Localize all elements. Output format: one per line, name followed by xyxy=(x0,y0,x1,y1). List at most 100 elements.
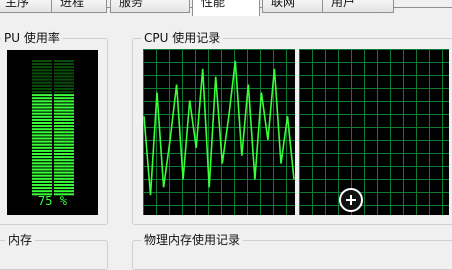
meter-segment xyxy=(32,159,52,162)
meter-segment xyxy=(54,146,74,149)
meter-segment xyxy=(54,63,74,66)
meter-segment xyxy=(32,162,52,165)
meter-segment xyxy=(32,100,52,103)
tab-label: 主序 xyxy=(5,0,30,9)
meter-segment xyxy=(54,168,74,171)
cpu-usage-title: PU 使用率 xyxy=(1,30,63,46)
meter-segment xyxy=(54,131,74,134)
meter-segment xyxy=(54,177,74,180)
meter-segment xyxy=(32,134,52,137)
meter-segment xyxy=(32,146,52,149)
meter-segment xyxy=(54,184,74,186)
meter-segment xyxy=(54,165,74,168)
meter-segment xyxy=(32,156,52,159)
meter-segment xyxy=(32,66,52,69)
meter-segment xyxy=(54,153,74,155)
meter-segment xyxy=(54,72,74,75)
meter-segment xyxy=(32,177,52,180)
meter-segment xyxy=(32,91,52,93)
meter-segment xyxy=(54,140,74,143)
tab-applications[interactable]: 主序 xyxy=(0,0,52,13)
meter-segment xyxy=(54,118,74,121)
cpu-history-chart xyxy=(143,49,295,215)
meter-segment xyxy=(54,100,74,103)
meter-segment xyxy=(54,112,74,115)
meter-segment xyxy=(32,122,52,124)
meter-segment xyxy=(54,156,74,159)
tab-label: 联网 xyxy=(271,0,296,9)
meter-segment xyxy=(32,69,52,72)
tab-label: 用户 xyxy=(331,0,356,9)
meter-segment xyxy=(32,103,52,106)
cpu-usage-percent: 75 % xyxy=(38,194,67,208)
meter-segment xyxy=(32,112,52,115)
meter-segment xyxy=(32,72,52,75)
meter-segment xyxy=(54,81,74,84)
meter-segment xyxy=(32,153,52,155)
meter-segment xyxy=(54,137,74,140)
cpu-history-line xyxy=(143,60,295,196)
meter-segment xyxy=(32,187,52,190)
meter-segment xyxy=(32,97,52,100)
tab-services[interactable]: 服务 xyxy=(110,0,190,13)
cpu-history-graph-core1 xyxy=(143,49,295,215)
meter-segment xyxy=(32,143,52,146)
meter-segment xyxy=(32,149,52,152)
tab-users[interactable]: 用户 xyxy=(322,0,394,13)
meter-segment xyxy=(54,128,74,131)
meter-segment xyxy=(32,168,52,171)
meter-segment xyxy=(32,115,52,118)
meter-segment xyxy=(54,174,74,177)
meter-segment xyxy=(54,180,74,183)
meter-segment xyxy=(54,106,74,109)
meter-segment xyxy=(54,159,74,162)
meter-segment xyxy=(32,94,52,97)
tab-performance[interactable]: 性能 xyxy=(192,0,260,16)
meter-segment xyxy=(32,63,52,66)
physical-memory-history-group: 物理内存使用记录 xyxy=(132,232,452,270)
meter-segment xyxy=(32,140,52,143)
meter-segment xyxy=(54,78,74,81)
meter-segment xyxy=(32,75,52,78)
cpu-history-chart-2 xyxy=(299,49,449,215)
meter-segment xyxy=(54,149,74,152)
meter-segment xyxy=(54,60,74,62)
meter-segment xyxy=(54,143,74,146)
meter-segment xyxy=(54,103,74,106)
meter-segment xyxy=(54,69,74,72)
meter-segment xyxy=(54,91,74,93)
meter-segment xyxy=(54,66,74,69)
meter-segment xyxy=(54,84,74,87)
meter-segment xyxy=(54,94,74,97)
cpu-usage-meter: 75 % xyxy=(7,50,98,215)
tab-processes[interactable]: 进程 xyxy=(51,0,107,13)
meter-segment xyxy=(32,171,52,174)
meter-segment xyxy=(32,131,52,134)
meter-segment xyxy=(54,125,74,128)
meter-segment xyxy=(54,115,74,118)
add-cursor-icon xyxy=(339,188,363,212)
meter-segment xyxy=(32,174,52,177)
physical-memory-history-title: 物理内存使用记录 xyxy=(141,232,244,248)
meter-segment xyxy=(32,78,52,81)
cpu-history-graph-core2 xyxy=(299,49,449,215)
meter-segment xyxy=(32,60,52,62)
meter-segment xyxy=(32,137,52,140)
meter-segment xyxy=(32,128,52,131)
meter-segment xyxy=(54,75,74,78)
meter-segment xyxy=(54,190,74,193)
cpu-history-title: CPU 使用记录 xyxy=(141,30,224,46)
meter-segment xyxy=(32,84,52,87)
meter-segment xyxy=(32,180,52,183)
meter-segment xyxy=(54,134,74,137)
meter-segment xyxy=(32,190,52,193)
meter-segment xyxy=(32,165,52,168)
meter-segment xyxy=(32,118,52,121)
meter-segment xyxy=(54,162,74,165)
memory-group: 内存 xyxy=(0,232,108,270)
meter-segment xyxy=(54,122,74,124)
tab-networking[interactable]: 联网 xyxy=(262,0,324,13)
memory-title: 内存 xyxy=(5,232,36,248)
tab-label: 性能 xyxy=(201,0,226,9)
meter-segment xyxy=(32,87,52,90)
